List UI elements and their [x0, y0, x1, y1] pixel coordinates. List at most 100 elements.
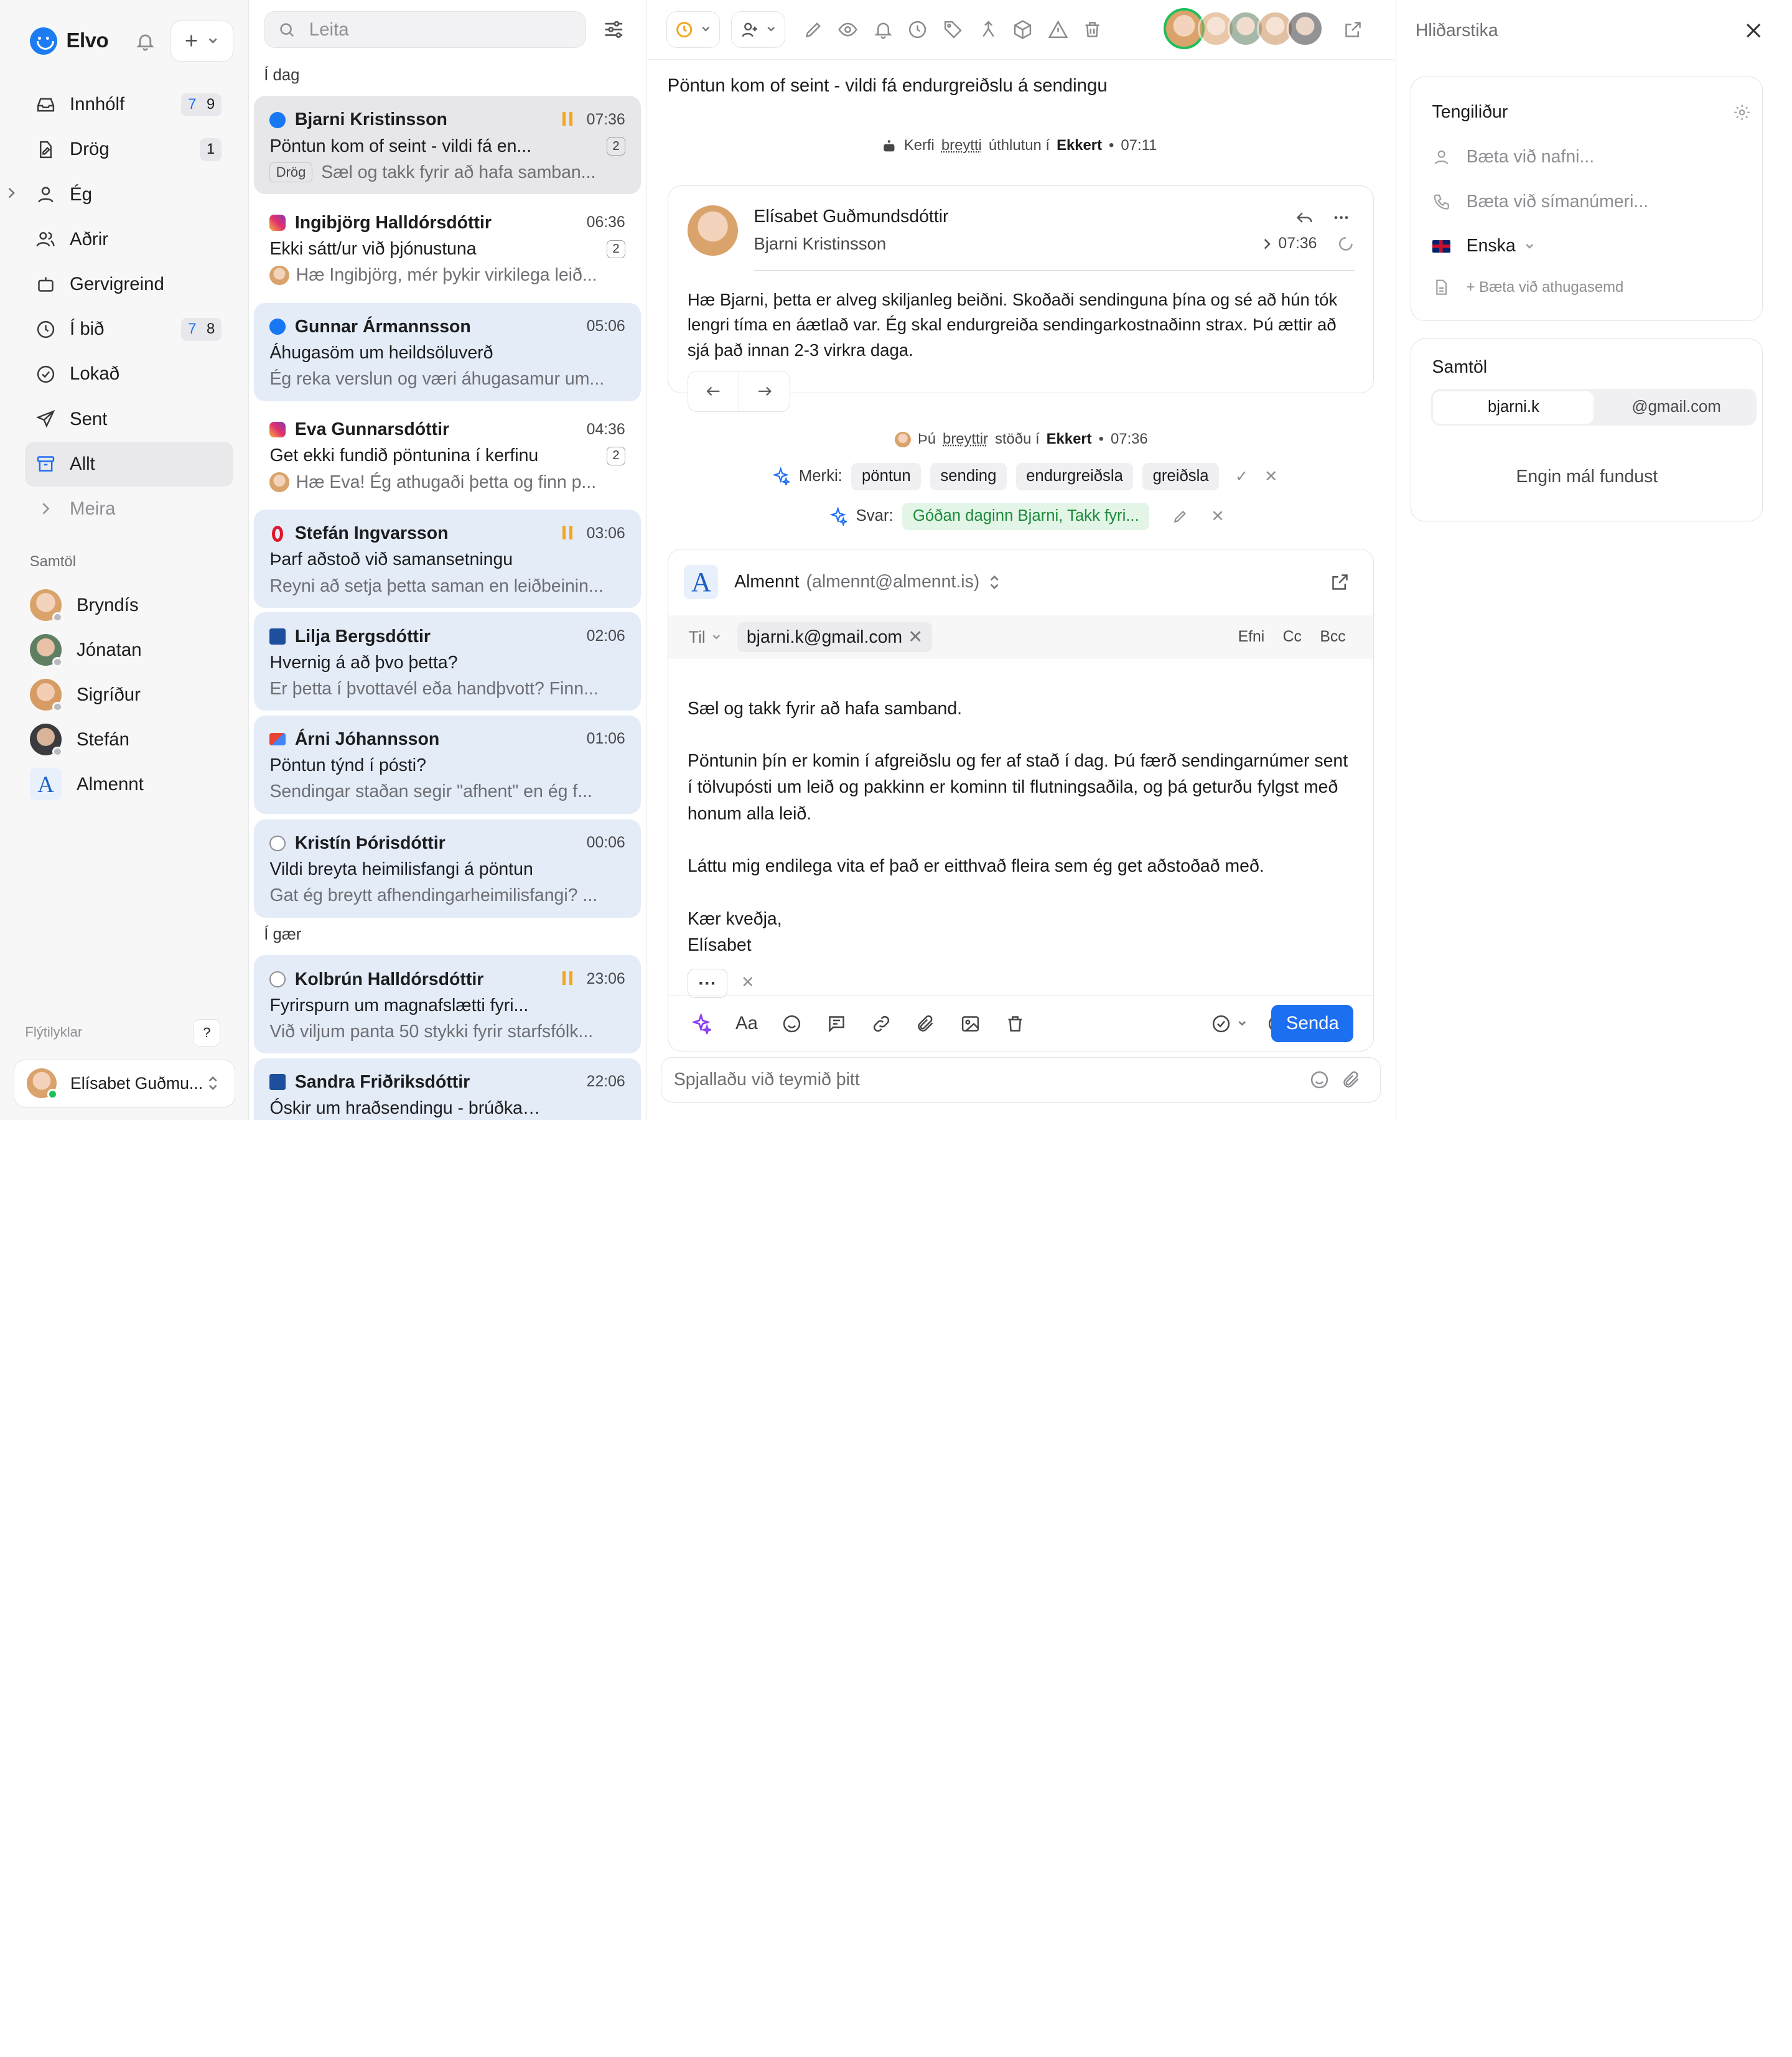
sidebar-item-more[interactable]: Meira: [25, 487, 233, 531]
sidebar-item-others[interactable]: Aðrir: [25, 217, 233, 262]
tag-chip[interactable]: endurgreiðsla: [1016, 463, 1134, 490]
sidebar-item-label: Í bið: [70, 319, 105, 340]
check-circle-icon: [1211, 1014, 1231, 1034]
to-label[interactable]: Til: [689, 628, 706, 647]
tab-username[interactable]: bjarni.k: [1433, 391, 1594, 423]
new-button[interactable]: +: [170, 21, 233, 62]
composer-toolbar: Aa Senda: [668, 995, 1373, 1052]
contact-phone-field[interactable]: Bæta við símanúmeri...: [1432, 192, 1649, 212]
list-item[interactable]: Bjarni Kristinsson 07:36 Pöntun kom of se…: [254, 96, 642, 194]
search-input[interactable]: Leita: [264, 11, 586, 48]
subject-toggle[interactable]: Efni: [1238, 628, 1265, 646]
reply-button[interactable]: [688, 371, 739, 411]
list-item[interactable]: Kristín Þórisdóttir 00:06 Vildi breyta he…: [254, 819, 642, 918]
list-item[interactable]: Stefán Ingvarsson 03:06 Þarf aðstoð við s…: [254, 510, 642, 608]
conversation-item[interactable]: Sigríður: [30, 673, 236, 717]
assign-button[interactable]: [731, 11, 785, 48]
snooze-button[interactable]: [666, 11, 720, 48]
tag-chip[interactable]: greiðsla: [1142, 463, 1219, 490]
shortcuts-button[interactable]: ?: [193, 1019, 220, 1047]
sidebar-item-sent[interactable]: Sent: [25, 396, 233, 441]
edit-icon[interactable]: [1172, 508, 1188, 525]
language-select[interactable]: Enska: [1432, 236, 1535, 256]
composer-body[interactable]: Sæl og takk fyrir að hafa samband. Pöntu…: [688, 696, 1350, 959]
sidebar-item-inbox[interactable]: Innhólf 79: [25, 82, 233, 127]
cc-toggle[interactable]: Cc: [1283, 628, 1302, 646]
ai-sparkle-icon[interactable]: [691, 1014, 711, 1034]
reply-suggestion[interactable]: Góðan daginn Bjarni, Takk fyri...: [902, 503, 1149, 530]
conversation-item[interactable]: Stefán: [30, 717, 236, 762]
sparkle-icon: [772, 467, 790, 485]
list-item[interactable]: Árni Jóhannsson 01:06 Pöntun týnd í pósti…: [254, 716, 642, 814]
attachment-icon[interactable]: [1341, 1070, 1361, 1090]
warning-icon[interactable]: [1048, 19, 1068, 40]
eye-icon[interactable]: [838, 19, 858, 40]
sidebar-item-pending[interactable]: Í bið 78: [25, 307, 233, 352]
reply-icon[interactable]: [1294, 208, 1315, 226]
user-menu[interactable]: Elísabet Guðmu...: [14, 1060, 235, 1108]
list-item[interactable]: Gunnar Ármannsson 05:06 Áhugasöm um heild…: [254, 303, 642, 401]
open-external-icon[interactable]: [1330, 572, 1350, 592]
tab-domain[interactable]: @gmail.com: [1596, 389, 1757, 426]
merge-icon[interactable]: [978, 19, 999, 40]
sidebar-item-me[interactable]: Ég: [25, 172, 233, 217]
sidebar-item-ai[interactable]: Gervigreind: [25, 262, 233, 307]
recipient-chip[interactable]: bjarni.k@gmail.com ✕: [737, 622, 932, 653]
conversation-item[interactable]: A Almennt: [30, 762, 236, 807]
link-icon[interactable]: [871, 1014, 892, 1034]
clock-icon[interactable]: [907, 19, 928, 40]
image-icon[interactable]: [960, 1014, 981, 1034]
emoji-icon[interactable]: [782, 1014, 802, 1034]
tag-chip[interactable]: sending: [930, 463, 1007, 490]
emoji-icon[interactable]: [1309, 1070, 1330, 1090]
bcc-toggle[interactable]: Bcc: [1320, 628, 1345, 646]
add-note-button[interactable]: + Bæta við athugasemd: [1432, 278, 1624, 296]
chevron-right-icon[interactable]: [1262, 238, 1272, 250]
composer-from[interactable]: A Almennt (almennt@almennt.is): [668, 549, 1373, 616]
dismiss-icon[interactable]: ✕: [1211, 507, 1225, 526]
team-chat-input[interactable]: Spjallaðu við teymið þitt: [661, 1057, 1381, 1103]
forward-button[interactable]: [739, 371, 790, 411]
tag-chip[interactable]: pöntun: [851, 463, 921, 490]
send-button[interactable]: Senda: [1271, 1005, 1353, 1043]
accept-icon[interactable]: ✓: [1235, 467, 1249, 486]
trash-icon[interactable]: [1082, 19, 1103, 40]
list-item[interactable]: Kolbrún Halldórsdóttir 23:06 Fyrirspurn u…: [254, 955, 642, 1053]
list-item[interactable]: Lilja Bergsdóttir 02:06 Hvernig á að þvo …: [254, 612, 642, 711]
conversation-item[interactable]: Jónatan: [30, 628, 236, 673]
viewers-avatars[interactable]: [1164, 11, 1323, 49]
contact-name-field[interactable]: Bæta við nafni...: [1432, 147, 1595, 167]
sidebar-item-closed[interactable]: Lokað: [25, 352, 233, 396]
pencil-icon[interactable]: [803, 19, 824, 40]
list-item[interactable]: Eva Gunnarsdóttir 04:36 Get ekki fundið p…: [254, 406, 642, 504]
list-item[interactable]: Sandra Friðriksdóttir 22:06 Óskir um hrað…: [254, 1058, 642, 1120]
bell-icon[interactable]: [873, 19, 894, 40]
app-logo[interactable]: Elvo: [30, 27, 108, 55]
tag-icon[interactable]: [943, 19, 963, 40]
more-icon[interactable]: [1331, 208, 1351, 226]
open-external-icon[interactable]: [1343, 19, 1363, 40]
template-icon[interactable]: [826, 1014, 847, 1034]
dismiss-icon[interactable]: ✕: [1264, 467, 1278, 486]
thread-subject: Pöntun kom of seint - vildi fá endurgrei…: [668, 75, 1108, 96]
filter-icon[interactable]: [602, 18, 625, 41]
expand-chevron-icon[interactable]: [7, 187, 16, 198]
sparkle-icon: [829, 507, 847, 525]
conversation-item[interactable]: Bryndís: [30, 583, 236, 628]
close-icon[interactable]: ✕: [741, 973, 755, 992]
trash-icon[interactable]: [1005, 1014, 1025, 1034]
list-item[interactable]: Ingibjörg Halldórsdóttir 06:36 Ekki sátt/…: [254, 199, 642, 297]
send-status-dropdown[interactable]: [1211, 1014, 1248, 1034]
sidebar-item-all[interactable]: Allt: [25, 442, 233, 487]
paused-icon: [562, 971, 573, 985]
font-button[interactable]: Aa: [735, 1013, 758, 1034]
cube-icon[interactable]: [1012, 19, 1033, 40]
close-icon[interactable]: [1741, 18, 1766, 43]
sidebar-item-drafts[interactable]: Drög 1: [25, 127, 233, 172]
attachment-icon[interactable]: [915, 1014, 936, 1034]
users-icon: [35, 229, 56, 250]
notifications-bell-icon[interactable]: [135, 31, 156, 52]
conversations-title: Samtöl: [1432, 357, 1488, 378]
more-options-button[interactable]: ···: [688, 969, 727, 999]
gear-icon[interactable]: [1733, 103, 1751, 121]
